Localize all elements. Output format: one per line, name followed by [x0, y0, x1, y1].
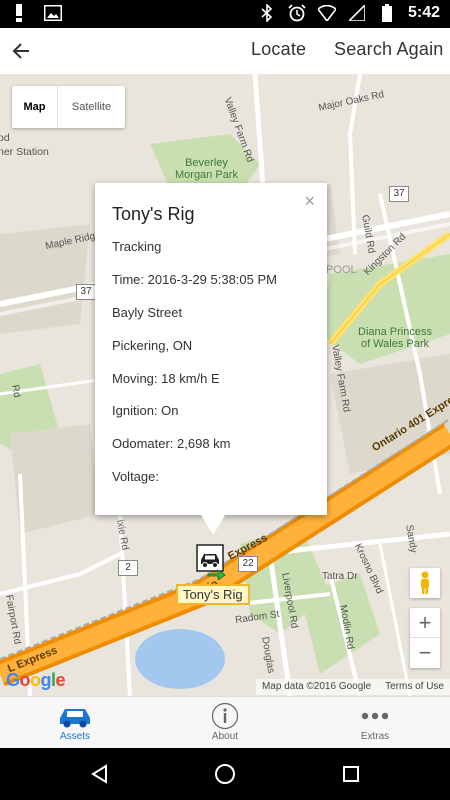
- app-root: 5:42 Locate Search Again Map Satellite o…: [0, 0, 450, 800]
- info-window: × Tony's Rig Tracking Time: 2016-3-29 5:…: [95, 183, 327, 515]
- app-bar: Locate Search Again: [0, 28, 450, 74]
- highway-shield: 37: [389, 186, 409, 202]
- car-icon: [30, 701, 120, 731]
- nav-label: Assets: [59, 731, 90, 742]
- highway-shield: 2: [118, 560, 138, 576]
- info-line: Moving: 18 km/h E: [112, 371, 220, 386]
- map-label: od: [0, 132, 10, 144]
- home-circle-icon[interactable]: [213, 762, 237, 786]
- info-line: Time: 2016-3-29 5:38:05 PM: [112, 272, 277, 287]
- info-line: Tracking: [112, 239, 162, 254]
- info-line: Bayly Street: [112, 305, 183, 320]
- battery-icon: [378, 4, 396, 22]
- signal-icon: [348, 4, 366, 22]
- info-line: Voltage:: [112, 469, 159, 484]
- status-bar: 5:42: [0, 0, 450, 28]
- zoom-in-button[interactable]: +: [410, 608, 440, 638]
- map-label: POOL: [326, 264, 357, 276]
- map-view[interactable]: Map Satellite od ner Station Valley Farm…: [0, 74, 450, 696]
- more-icon: [330, 701, 420, 731]
- alert-icon: [10, 4, 28, 22]
- search-again-button[interactable]: Search Again: [334, 39, 443, 60]
- nav-about[interactable]: About: [180, 701, 270, 747]
- close-icon[interactable]: ×: [304, 191, 315, 212]
- locate-button[interactable]: Locate: [251, 39, 306, 60]
- map-type-control: Map Satellite: [12, 86, 125, 128]
- marker-label[interactable]: Tony's Rig: [176, 584, 250, 605]
- info-icon: [180, 701, 270, 731]
- highway-shield: 37: [76, 284, 96, 300]
- map-label-park: Beverley Morgan Park: [175, 157, 238, 181]
- nav-label: About: [211, 731, 239, 742]
- info-line: Pickering, ON: [112, 338, 193, 353]
- map-type-satellite-button[interactable]: Satellite: [58, 86, 125, 128]
- street-view-pegman-icon[interactable]: [410, 568, 440, 598]
- alarm-icon: [288, 4, 306, 22]
- bottom-navigation: Assets About Extras: [0, 696, 450, 748]
- info-line: Odomater: 2,698 km: [112, 436, 231, 451]
- map-label: Rd: [9, 384, 23, 399]
- nav-extras[interactable]: Extras: [330, 701, 420, 747]
- bluetooth-icon: [258, 4, 276, 22]
- info-line: Ignition: On: [112, 403, 179, 418]
- back-triangle-icon[interactable]: [87, 762, 111, 786]
- info-title: Tony's Rig: [112, 204, 195, 224]
- map-type-map-button[interactable]: Map: [12, 86, 58, 128]
- nav-label: Extras: [360, 731, 390, 742]
- terms-of-use-link[interactable]: Terms of Use: [385, 681, 444, 693]
- back-arrow-icon[interactable]: [6, 36, 36, 66]
- wifi-icon: [317, 4, 336, 22]
- map-label: ner Station: [0, 146, 49, 158]
- map-attribution: Map data ©2016 Google Terms of Use: [255, 679, 450, 695]
- system-navigation: [0, 748, 450, 800]
- vehicle-marker-icon[interactable]: [196, 544, 226, 581]
- map-label-park: Diana Princess of Wales Park: [358, 326, 432, 350]
- nav-assets[interactable]: Assets: [30, 701, 120, 747]
- recents-square-icon[interactable]: [339, 762, 363, 786]
- map-data-text: Map data ©2016 Google: [261, 681, 372, 692]
- zoom-control: + −: [410, 608, 440, 668]
- google-logo: Google: [6, 670, 66, 690]
- image-icon: [44, 4, 62, 22]
- status-time: 5:42: [407, 4, 440, 21]
- info-window-tail: [201, 515, 225, 535]
- highway-shield: 22: [238, 556, 258, 572]
- zoom-out-button[interactable]: −: [410, 638, 440, 668]
- map-label: Tatra Dr: [322, 571, 358, 582]
